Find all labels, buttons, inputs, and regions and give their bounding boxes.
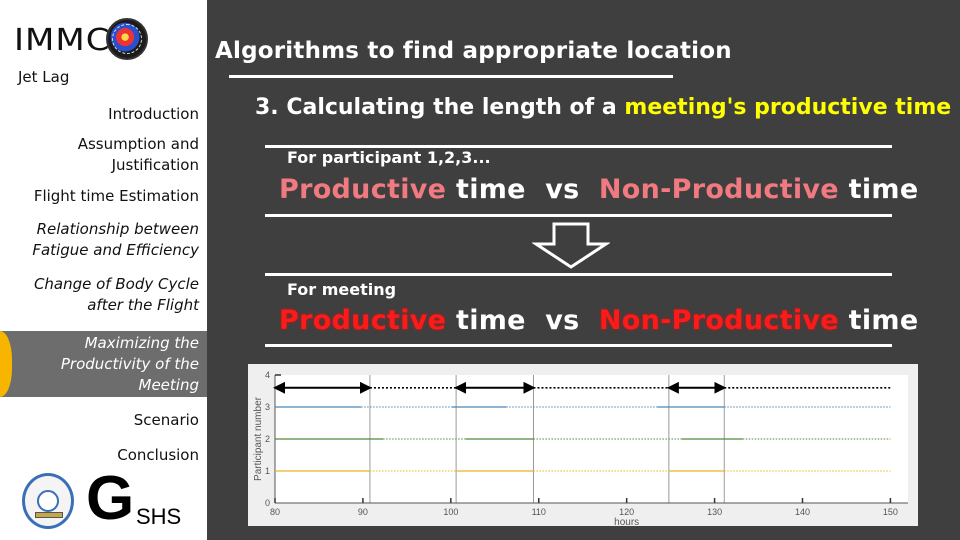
y-tick-label: 3 bbox=[265, 402, 270, 412]
meeting-caption: For meeting bbox=[287, 280, 397, 299]
participants-comparison: Productive time vs Non-Productive time bbox=[279, 174, 918, 205]
brand-title: IMMC bbox=[14, 22, 111, 58]
chart-svg: 80 90 100 110 120 130 140 150 0 1 2 3 4 hours Particip… bbox=[253, 370, 908, 526]
x-tick-label: 80 bbox=[270, 507, 280, 517]
nav-item-maximizing-productivity[interactable]: Maximizing the Productivity of the Meeti… bbox=[0, 331, 207, 397]
heading-highlight: meeting's productive time bbox=[624, 95, 952, 120]
active-tab-indicator bbox=[0, 331, 12, 397]
y-tick-label: 4 bbox=[265, 370, 270, 380]
nav-item-conclusion[interactable]: Conclusion bbox=[117, 445, 199, 466]
x-tick-label: 90 bbox=[358, 507, 368, 517]
nav-item-body-cycle[interactable]: Change of Body Cycle after the Flight bbox=[34, 274, 199, 316]
participants-caption: For participant 1,2,3... bbox=[287, 148, 491, 167]
title-divider bbox=[229, 75, 673, 78]
sidebar: IMMC Jet Lag Introduction Assumption and… bbox=[0, 0, 207, 540]
y-tick-label: 2 bbox=[265, 434, 270, 444]
x-tick-label: 140 bbox=[795, 507, 810, 517]
nav-item-introduction[interactable]: Introduction bbox=[108, 104, 199, 125]
divider bbox=[265, 273, 892, 276]
productivity-chart: 80 90 100 110 120 130 140 150 0 1 2 3 4 hours Particip… bbox=[248, 364, 918, 526]
comparison-end: time bbox=[838, 305, 919, 336]
school-logo-letter: G bbox=[86, 464, 135, 533]
x-tick-label: 150 bbox=[883, 507, 898, 517]
main-content: Algorithms to find appropriate location … bbox=[207, 0, 960, 540]
y-axis-label: Participant number bbox=[253, 396, 264, 481]
nav-item-scenario[interactable]: Scenario bbox=[134, 410, 199, 431]
productive-word: Productive bbox=[279, 305, 447, 336]
presentation-subtitle: Jet Lag bbox=[18, 68, 70, 86]
immc-logo-icon bbox=[106, 18, 148, 60]
nav-item-label: Maximizing the Productivity of the Meeti… bbox=[60, 334, 199, 394]
nav-item-flight-time[interactable]: Flight time Estimation bbox=[34, 186, 199, 207]
x-tick-label: 130 bbox=[707, 507, 722, 517]
productive-word: Productive bbox=[279, 174, 447, 205]
nav-item-assumption[interactable]: Assumption and Justification bbox=[78, 134, 199, 176]
heading-prefix: 3. Calculating the length of a bbox=[255, 95, 625, 120]
divider bbox=[265, 214, 892, 217]
x-tick-label: 100 bbox=[443, 507, 458, 517]
x-tick-label: 120 bbox=[619, 507, 634, 517]
nav-item-fatigue[interactable]: Relationship between Fatigue and Efficie… bbox=[32, 219, 199, 261]
y-tick-label: 1 bbox=[265, 466, 270, 476]
school-logo-text: SHS bbox=[136, 504, 182, 529]
meeting-comparison: Productive time vs Non-Productive time bbox=[279, 305, 918, 336]
down-arrow-icon bbox=[532, 222, 610, 269]
slide-title: Algorithms to find appropriate location bbox=[215, 38, 732, 64]
x-tick-label: 110 bbox=[532, 507, 546, 517]
section-heading: 3. Calculating the length of a meeting's… bbox=[255, 95, 951, 120]
x-axis-label: hours bbox=[614, 517, 639, 526]
gshs-seal-icon bbox=[22, 473, 74, 529]
comparison-mid: time vs bbox=[446, 305, 599, 336]
y-tick-label: 0 bbox=[265, 498, 270, 508]
comparison-mid: time vs bbox=[446, 174, 599, 205]
non-productive-word: Non-Productive bbox=[598, 305, 839, 336]
comparison-end: time bbox=[838, 174, 919, 205]
divider bbox=[265, 344, 892, 347]
non-productive-word: Non-Productive bbox=[598, 174, 839, 205]
